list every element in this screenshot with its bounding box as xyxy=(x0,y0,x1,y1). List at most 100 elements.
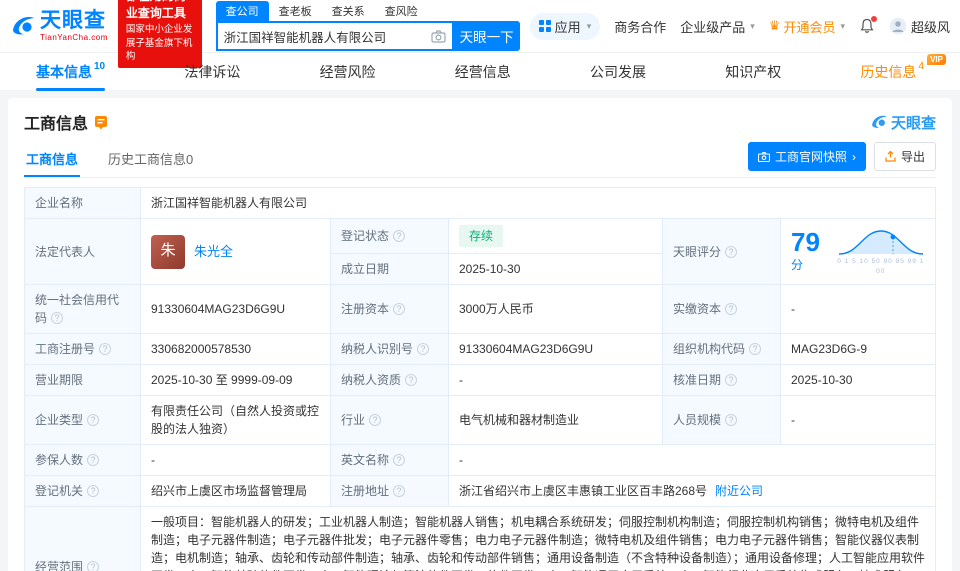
camera-icon[interactable] xyxy=(431,30,446,43)
help-icon[interactable] xyxy=(393,303,405,315)
help-icon[interactable] xyxy=(725,246,737,258)
help-icon[interactable] xyxy=(87,561,99,571)
nav-intellectual-property[interactable]: 知识产权 xyxy=(725,53,781,91)
snapshot-camera-icon xyxy=(758,152,770,162)
help-icon[interactable] xyxy=(51,312,63,324)
score-distribution-chart: 0 1 5 10 50 90 95 99 100 xyxy=(837,227,925,277)
help-icon[interactable] xyxy=(393,485,405,497)
section-title: 工商信息 xyxy=(24,110,88,134)
tianyancha-logo[interactable]: 天眼查 TianYanCha.com xyxy=(10,10,108,42)
logo-domain: TianYanCha.com xyxy=(40,33,108,42)
watermark-swoosh-icon xyxy=(870,113,888,131)
help-icon[interactable] xyxy=(393,454,405,466)
tab-history-business-info[interactable]: 历史工商信息0 xyxy=(106,145,195,177)
business-scope-value: 一般项目：智能机器人的研发；工业机器人制造；智能机器人销售；机电耦合系统研发；伺… xyxy=(141,507,936,571)
sub-tab-row: 工商信息 历史工商信息0 工商官网快照 导出 xyxy=(24,142,936,178)
legal-rep-avatar[interactable]: 朱 xyxy=(151,235,185,269)
app-menu[interactable]: 应用 xyxy=(530,13,601,40)
vip-upgrade-menu[interactable]: ♛ 开通会员 xyxy=(769,17,845,36)
company-type-value: 有限责任公司（自然人投资或控股的法人独资） xyxy=(141,396,331,445)
insured-count-value: - xyxy=(141,445,331,476)
notification-dot xyxy=(871,16,877,22)
table-row: 登记机关 绍兴市上虞区市场监督管理局 注册地址 浙江省绍兴市上虞区丰惠镇工业区百… xyxy=(25,476,936,507)
nav-company-development[interactable]: 公司发展 xyxy=(590,53,646,91)
business-info-table: 企业名称 浙江国祥智能机器人有限公司 法定代表人 朱 朱光全 登记状态 xyxy=(24,187,936,571)
help-icon[interactable] xyxy=(393,230,405,242)
score-unit: 分 xyxy=(791,258,803,272)
help-icon[interactable] xyxy=(725,374,737,386)
notification-bell[interactable] xyxy=(859,18,875,34)
score-value[interactable]: 79分 xyxy=(791,229,829,274)
nearby-companies-link[interactable]: 附近公司 xyxy=(715,484,763,498)
user-name: 超级风 xyxy=(911,17,950,36)
reg-capital-value: 3000万人民币 xyxy=(449,285,663,334)
search-tab-boss[interactable]: 查老板 xyxy=(269,1,322,21)
taxpayer-id-label: 纳税人识别号 xyxy=(331,334,449,365)
legal-rep-name-link[interactable]: 朱光全 xyxy=(194,242,233,262)
logo-text: 天眼查 xyxy=(40,10,108,31)
help-icon[interactable] xyxy=(725,414,737,426)
search-tab-risk[interactable]: 查风险 xyxy=(375,1,428,21)
search-input[interactable] xyxy=(224,29,431,43)
company-type-label: 企业类型 xyxy=(25,396,141,445)
top-header: 天眼查 TianYanCha.com 都在用的商业查询工具 国家中小企业发展子基… xyxy=(0,0,960,52)
company-name-label: 企业名称 xyxy=(25,188,141,219)
help-icon[interactable] xyxy=(725,303,737,315)
reg-address-label: 注册地址 xyxy=(331,476,449,507)
nav-legal-proceedings[interactable]: 法律诉讼 xyxy=(184,53,240,91)
industry-value: 电气机械和器材制造业 xyxy=(449,396,663,445)
reg-capital-label: 注册资本 xyxy=(331,285,449,334)
legal-rep-cell: 朱 朱光全 xyxy=(141,219,331,285)
nav-legal-proceedings-label: 法律诉讼 xyxy=(184,62,240,82)
english-name-label: 英文名称 xyxy=(331,445,449,476)
search-button[interactable]: 天眼一下 xyxy=(454,21,520,51)
reg-address-cell: 浙江省绍兴市上虞区丰惠镇工业区百丰路268号附近公司 xyxy=(449,476,936,507)
nav-operation-info-label: 经营信息 xyxy=(455,62,511,82)
reg-address-value: 浙江省绍兴市上虞区丰惠镇工业区百丰路268号 xyxy=(459,484,707,498)
credit-code-label: 统一社会信用代码 xyxy=(25,285,141,334)
search-tab-relation[interactable]: 查关系 xyxy=(322,1,375,21)
help-icon[interactable] xyxy=(369,414,381,426)
reg-status-value: 存续 xyxy=(449,219,663,254)
watermark-text: 天眼查 xyxy=(891,112,936,133)
reg-number-label: 工商注册号 xyxy=(25,334,141,365)
table-row: 企业类型 有限责任公司（自然人投资或控股的法人独资） 行业 电气机械和器材制造业… xyxy=(25,396,936,445)
app-grid-icon xyxy=(539,20,551,32)
approval-date-value: 2025-10-30 xyxy=(781,365,936,396)
tab-business-info[interactable]: 工商信息 xyxy=(24,145,80,177)
help-icon[interactable] xyxy=(417,343,429,355)
reg-authority-label: 登记机关 xyxy=(25,476,141,507)
help-icon[interactable] xyxy=(87,414,99,426)
logo-swoosh-icon xyxy=(10,13,36,39)
nav-basic-info[interactable]: 基本信息 10 xyxy=(36,53,105,91)
taxpayer-id-value: 91330604MAG23D6G9U xyxy=(449,334,663,365)
search-box[interactable] xyxy=(216,21,454,51)
help-icon[interactable] xyxy=(99,343,111,355)
enterprise-product-menu[interactable]: 企业级产品 xyxy=(680,17,755,36)
official-snapshot-button[interactable]: 工商官网快照 xyxy=(748,142,866,171)
insured-count-label: 参保人数 xyxy=(25,445,141,476)
search-tabs: 查公司 查老板 查关系 查风险 xyxy=(216,1,520,21)
search-tab-company[interactable]: 查公司 xyxy=(216,1,269,21)
business-info-card: 工商信息 天眼查 工商信息 历史工商信息0 xyxy=(8,98,952,571)
staff-size-value: - xyxy=(781,396,936,445)
help-icon[interactable] xyxy=(405,374,417,386)
certificate-icon xyxy=(94,115,108,130)
nav-operation-info[interactable]: 经营信息 xyxy=(455,53,511,91)
main-content: 工商信息 天眼查 工商信息 历史工商信息0 xyxy=(0,90,960,571)
score-label-text: 天眼评分 xyxy=(673,245,721,259)
nav-operation-risk[interactable]: 经营风险 xyxy=(320,53,376,91)
score-number: 79 xyxy=(791,227,820,257)
export-button[interactable]: 导出 xyxy=(874,142,936,171)
user-account[interactable]: 超级风 xyxy=(889,17,950,36)
help-icon[interactable] xyxy=(87,454,99,466)
taxpayer-quality-label: 纳税人资质 xyxy=(331,365,449,396)
nav-company-development-label: 公司发展 xyxy=(590,62,646,82)
header-menu: 应用 商务合作 企业级产品 ♛ 开通会员 超级风 xyxy=(530,13,950,40)
help-icon[interactable] xyxy=(749,343,761,355)
reg-number-value: 330682000578530 xyxy=(141,334,331,365)
nav-history-info[interactable]: 历史信息 4 VIP xyxy=(860,53,924,91)
org-code-value: MAG23D6G-9 xyxy=(781,334,936,365)
business-cooperation-link[interactable]: 商务合作 xyxy=(614,17,666,36)
help-icon[interactable] xyxy=(87,485,99,497)
